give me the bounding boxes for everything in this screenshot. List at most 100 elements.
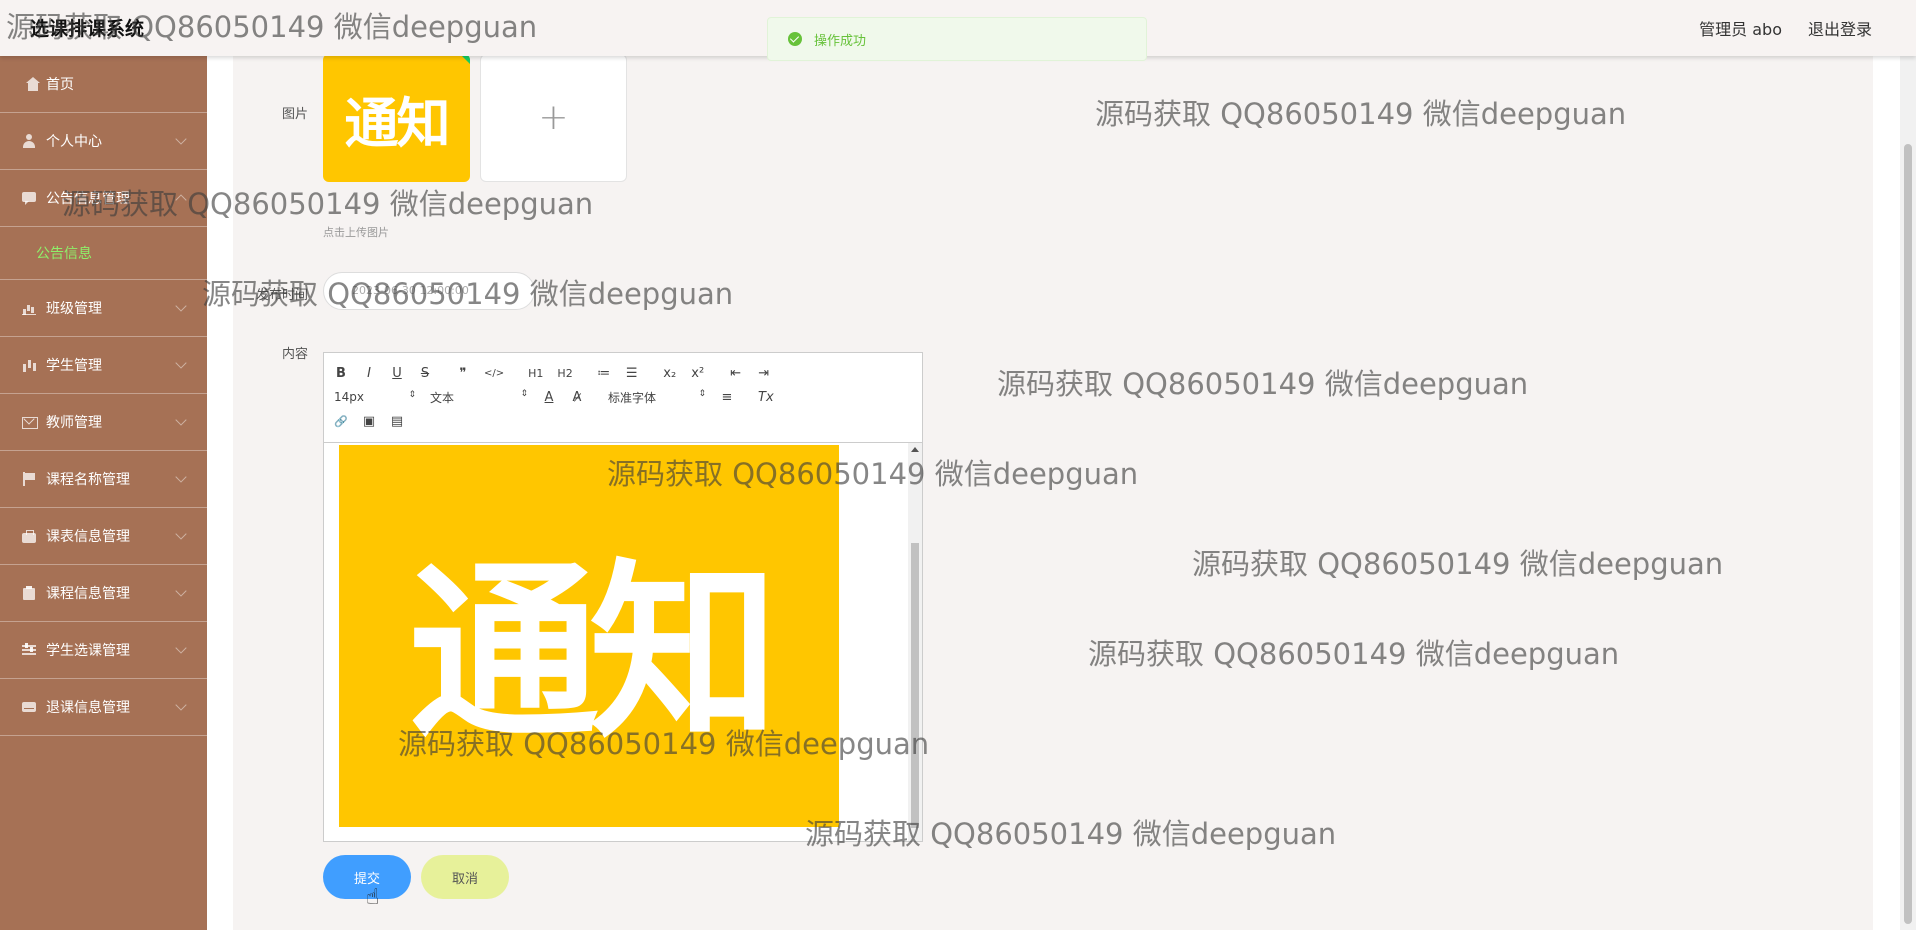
- clipboard-icon: [22, 586, 36, 600]
- text-type-select[interactable]: 文本 ⇕: [430, 389, 528, 406]
- date-field-label: 发布时间: [256, 288, 309, 303]
- sidebar-item-class-management[interactable]: 班级管理: [0, 280, 207, 337]
- sidebar-item-label: 课表信息管理: [46, 529, 130, 545]
- clear-format-button[interactable]: Tx: [758, 390, 774, 405]
- check-circle-icon: [788, 32, 802, 46]
- chevron-down-icon: [175, 528, 187, 540]
- logout-link[interactable]: 退出登录: [1808, 16, 1872, 40]
- sidebar-item-label: 公告信息管理: [46, 191, 130, 207]
- select-arrows-icon: ⇕: [698, 388, 706, 399]
- sidebar-item-notice-management[interactable]: 公告信息管理: [0, 170, 207, 227]
- strike-button[interactable]: S: [418, 366, 432, 381]
- bold-button[interactable]: B: [334, 366, 348, 381]
- sliders-icon: [22, 643, 36, 657]
- image-upload-button[interactable]: +: [480, 54, 627, 182]
- sidebar-item-label: 退课信息管理: [46, 700, 130, 716]
- sidebar: 首页 个人中心 公告信息管理 公告信息 班级管理 学生管理 教师管理 课程名称管…: [0, 56, 207, 930]
- app-title: 选课排课系统: [30, 18, 145, 40]
- bar-chart-icon: [22, 301, 36, 315]
- text-type-value: 文本: [430, 390, 455, 405]
- chevron-down-icon: [175, 414, 187, 426]
- heading1-button[interactable]: H1: [528, 367, 543, 380]
- page-scrollbar[interactable]: [1900, 56, 1916, 930]
- sidebar-subitem-notice-info[interactable]: 公告信息: [0, 227, 207, 280]
- ordered-list-button[interactable]: ≔: [597, 366, 611, 381]
- chevron-down-icon: [175, 357, 187, 369]
- toolbar-row-1: B I U S ❞ </> H1 H2 ≔ ☰ x₂ x² ⇤ ⇥: [334, 361, 912, 385]
- font-color-button[interactable]: A: [542, 390, 556, 405]
- italic-button[interactable]: I: [362, 366, 376, 381]
- font-family-value: 标准字体: [608, 390, 657, 405]
- sidebar-item-personal-center[interactable]: 个人中心: [0, 113, 207, 170]
- heading2-button[interactable]: H2: [557, 367, 572, 380]
- rich-text-editor: B I U S ❞ </> H1 H2 ≔ ☰ x₂ x² ⇤ ⇥ 14px ⇕…: [323, 352, 923, 842]
- chat-icon: [22, 191, 36, 205]
- sidebar-item-label: 教师管理: [46, 415, 102, 431]
- bullet-list-button[interactable]: ☰: [625, 366, 639, 381]
- font-family-select[interactable]: 标准字体 ⇕: [608, 389, 706, 406]
- thumbnail-notice-text: 通知: [344, 90, 451, 155]
- font-size-value: 14px: [334, 390, 364, 404]
- page-scroll-thumb[interactable]: [1904, 144, 1912, 924]
- editor-scrollbar[interactable]: [908, 443, 922, 841]
- subscript-button[interactable]: x₂: [663, 366, 677, 381]
- sidebar-item-label: 班级管理: [46, 301, 102, 317]
- editor-embedded-image: 通知: [339, 445, 839, 827]
- align-button[interactable]: ≡: [720, 390, 734, 405]
- chevron-down-icon: [175, 300, 187, 312]
- chevron-down-icon: [175, 585, 187, 597]
- flag-icon: [22, 472, 36, 486]
- outdent-button[interactable]: ⇤: [729, 366, 743, 381]
- select-arrows-icon: ⇕: [520, 388, 528, 399]
- image-field-label: 图片: [282, 107, 309, 122]
- mail-icon: [22, 415, 38, 429]
- success-toast: 操作成功: [767, 17, 1147, 61]
- toast-message: 操作成功: [814, 33, 867, 49]
- video-icon[interactable]: ▤: [390, 414, 404, 429]
- sidebar-item-label: 首页: [46, 77, 74, 93]
- sidebar-item-teacher-management[interactable]: 教师管理: [0, 394, 207, 451]
- sidebar-item-label: 课程信息管理: [46, 586, 130, 602]
- drive-icon: [22, 700, 36, 714]
- chevron-down-icon: [175, 133, 187, 145]
- superscript-button[interactable]: x²: [691, 366, 705, 381]
- code-button[interactable]: </>: [484, 368, 504, 379]
- cancel-button[interactable]: 取消: [421, 855, 509, 899]
- uploaded-image-thumbnail[interactable]: 通知: [323, 54, 470, 182]
- editor-content-area[interactable]: 通知: [324, 443, 922, 841]
- home-icon: [22, 77, 40, 91]
- blockquote-button[interactable]: ❞: [456, 366, 470, 381]
- content-field-label: 内容: [282, 347, 309, 362]
- upload-tip: 点击上传图片: [323, 226, 389, 239]
- sidebar-item-student-management[interactable]: 学生管理: [0, 337, 207, 394]
- current-user-label: 管理员 abo: [1699, 20, 1782, 39]
- sidebar-item-home[interactable]: 首页: [0, 56, 207, 113]
- user-icon: [22, 134, 36, 148]
- sidebar-item-label: 学生选课管理: [46, 643, 130, 659]
- font-size-select[interactable]: 14px ⇕: [334, 390, 416, 404]
- indent-button[interactable]: ⇥: [757, 366, 771, 381]
- sidebar-item-course-selection-management[interactable]: 学生选课管理: [0, 622, 207, 679]
- toolbar-row-3: 🔗 ▣ ▤: [334, 409, 912, 433]
- background-color-button[interactable]: A̷: [570, 390, 584, 405]
- chevron-down-icon: [175, 699, 187, 711]
- editor-scroll-thumb[interactable]: [911, 543, 919, 828]
- editor-toolbar: B I U S ❞ </> H1 H2 ≔ ☰ x₂ x² ⇤ ⇥ 14px ⇕…: [324, 353, 922, 443]
- image-icon[interactable]: ▣: [362, 414, 376, 429]
- underline-button[interactable]: U: [390, 366, 404, 381]
- publish-date-input[interactable]: 2023-06-30 12:00:00: [323, 272, 535, 310]
- sidebar-item-course-name-management[interactable]: 课程名称管理: [0, 451, 207, 508]
- chevron-down-icon: [175, 642, 187, 654]
- plus-icon: +: [538, 97, 569, 138]
- scroll-up-arrow-icon[interactable]: [911, 447, 919, 452]
- chart-icon: [22, 358, 36, 372]
- link-icon[interactable]: 🔗: [334, 415, 348, 428]
- sidebar-item-drop-course-management[interactable]: 退课信息管理: [0, 679, 207, 736]
- sidebar-item-label: 个人中心: [46, 134, 102, 150]
- sidebar-item-timetable-management[interactable]: 课表信息管理: [0, 508, 207, 565]
- sidebar-item-course-info-management[interactable]: 课程信息管理: [0, 565, 207, 622]
- sidebar-item-label: 学生管理: [46, 358, 102, 374]
- select-arrows-icon: ⇕: [408, 390, 416, 400]
- chevron-up-icon: [175, 194, 187, 206]
- hand-cursor-icon: ☝: [366, 885, 380, 910]
